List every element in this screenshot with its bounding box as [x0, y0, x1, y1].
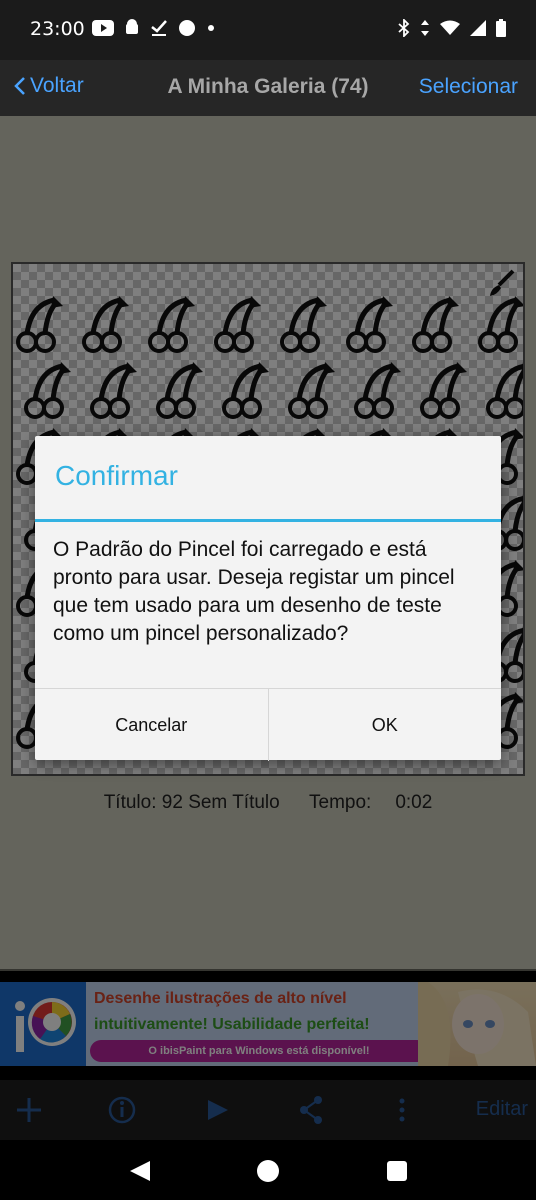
- dialog-title: Confirmar: [55, 460, 178, 491]
- battery-icon: [496, 19, 506, 37]
- dot-icon: [208, 25, 214, 31]
- home-nav-icon[interactable]: [256, 1159, 280, 1183]
- recents-nav-icon[interactable]: [386, 1160, 408, 1182]
- confirm-dialog: Confirmar O Padrão do Pincel foi carrega…: [35, 436, 501, 761]
- dialog-button-bar: Cancelar OK: [35, 688, 501, 761]
- bluetooth-icon: [398, 19, 410, 37]
- clock: 23:00: [30, 18, 85, 40]
- back-nav-icon[interactable]: [128, 1159, 152, 1183]
- system-nav-bar: [0, 1140, 536, 1200]
- circle-icon: [179, 20, 195, 36]
- youtube-icon: [92, 20, 114, 36]
- dialog-message: O Padrão do Pincel foi carregado e está …: [53, 538, 455, 645]
- cell-signal-icon: [470, 20, 486, 36]
- status-bar: 23:00: [0, 0, 536, 60]
- android-icon: [126, 19, 138, 34]
- select-button[interactable]: Selecionar: [419, 75, 518, 99]
- nav-bar: Voltar A Minha Galeria (74) Selecionar: [0, 60, 536, 116]
- cancel-button[interactable]: Cancelar: [35, 689, 268, 761]
- data-arrows-icon: [421, 20, 429, 36]
- dialog-title-divider: [35, 519, 501, 522]
- wifi-icon: [440, 20, 460, 35]
- ok-button[interactable]: OK: [267, 689, 502, 761]
- download-done-icon: [151, 20, 167, 36]
